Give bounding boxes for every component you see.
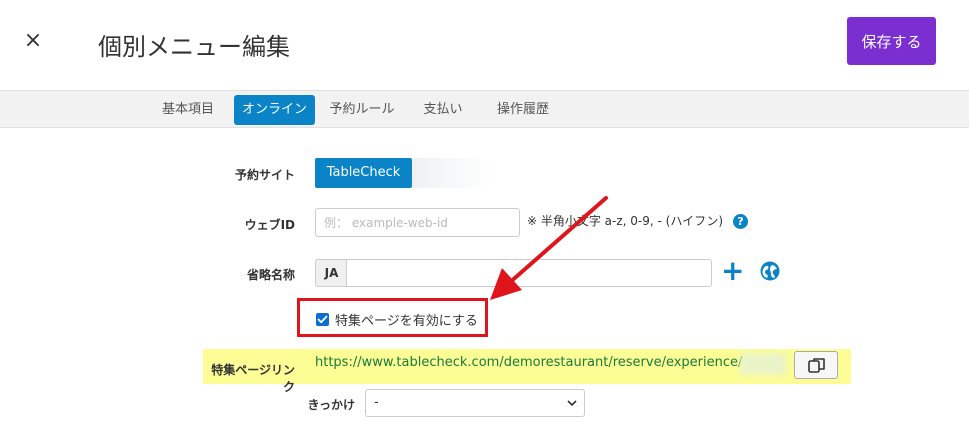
- feature-link-url[interactable]: https://www.tablecheck.com/demorestauran…: [315, 355, 742, 370]
- tab-payment[interactable]: 支払い: [415, 95, 471, 125]
- short-name-label: 省略名称: [246, 268, 295, 282]
- site-label: 予約サイト: [234, 168, 295, 182]
- red-arrow: [490, 196, 608, 300]
- trigger-label: きっかけ: [307, 398, 355, 412]
- tab-bar: 基本項目 オンライン 予約ルール 支払い 操作履歴: [0, 90, 969, 128]
- tab-online[interactable]: オンライン: [234, 95, 315, 125]
- tab-basic[interactable]: 基本項目: [151, 95, 225, 125]
- page-header: × 個別メニュー編集 保存する: [0, 0, 969, 90]
- help-icon[interactable]: ?: [733, 214, 748, 229]
- language-addon: JA: [315, 259, 347, 287]
- plus-icon[interactable]: +: [721, 257, 744, 285]
- save-button[interactable]: 保存する: [847, 17, 936, 65]
- site-option-tablecheck[interactable]: TableCheck: [315, 158, 412, 188]
- feature-page-checkbox-label[interactable]: 特集ページを有効にする: [335, 310, 478, 329]
- redacted-id: [740, 353, 786, 375]
- feature-link-label: 特集ページリンク: [211, 363, 295, 394]
- copy-icon: [808, 358, 825, 373]
- trigger-select-value: -: [374, 395, 379, 410]
- page-title: 個別メニュー編集: [98, 33, 290, 61]
- site-option-fade: [412, 158, 492, 188]
- tab-booking-rules[interactable]: 予約ルール: [325, 95, 399, 125]
- chevron-down-icon: [567, 400, 577, 407]
- tab-history[interactable]: 操作履歴: [488, 95, 558, 125]
- copy-button[interactable]: [794, 351, 838, 379]
- webid-label: ウェブID: [244, 218, 295, 232]
- globe-icon[interactable]: [760, 261, 780, 281]
- check-icon: [317, 315, 328, 324]
- trigger-select[interactable]: -: [365, 389, 585, 417]
- feature-page-checkbox[interactable]: [316, 313, 329, 326]
- close-icon[interactable]: ×: [22, 30, 44, 52]
